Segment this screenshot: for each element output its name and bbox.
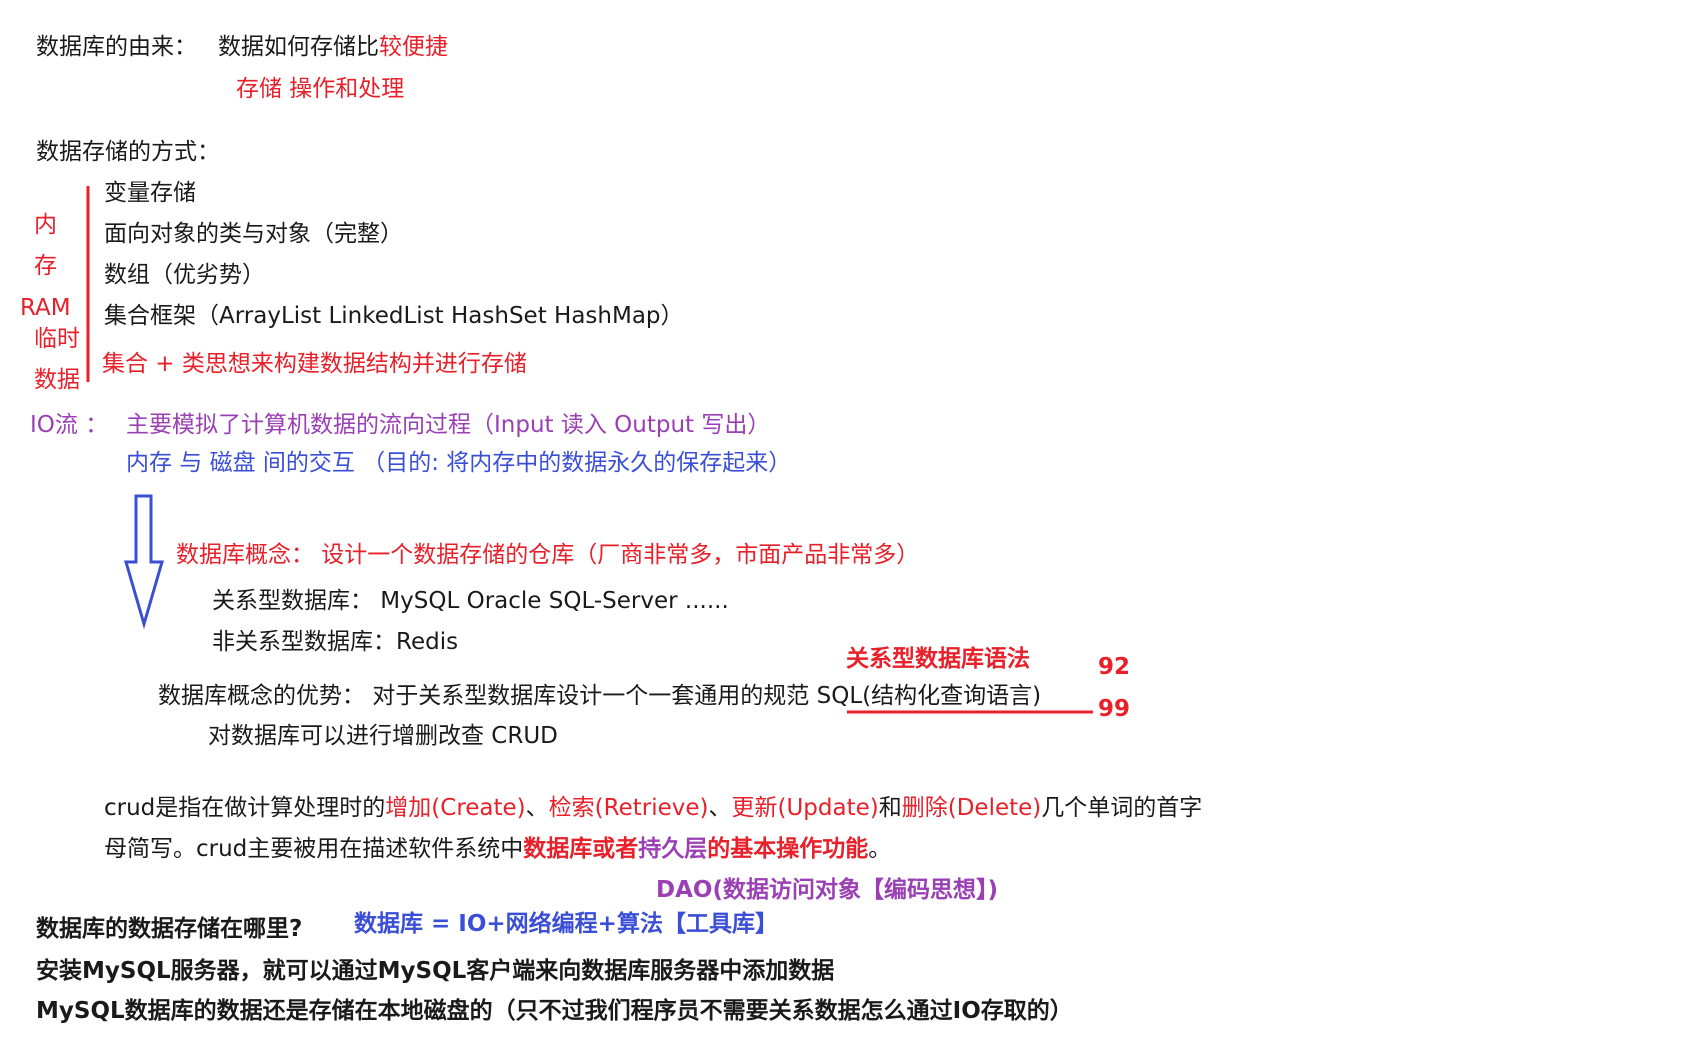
nonrelational-db-line: 非关系型数据库：Redis xyxy=(212,629,459,655)
text-run: crud是指在做计算处理时的 xyxy=(104,795,386,821)
io-line1: 主要模拟了计算机数据的流向过程（Input 读入 Output 写出） xyxy=(126,412,771,438)
io-label: IO流 ： xyxy=(30,412,109,438)
dao-line: DAO(数据访问对象【编码思想】) xyxy=(656,877,998,903)
storage-heading: 数据存储的方式： xyxy=(36,139,220,165)
annotation-number-bottom: 99 xyxy=(1098,696,1131,722)
storage-question: 数据库的数据存储在哪里? xyxy=(36,916,303,942)
db-formula: 数据库 = IO+网络编程+算法【工具库】 xyxy=(354,911,778,937)
side-label: 数据 xyxy=(34,367,80,393)
crud-definition-line1: crud是指在做计算处理时的增加(Create)、检索(Retrieve)、更新… xyxy=(104,797,1202,820)
text-run: 母简写。crud主要被用在描述软件系统中 xyxy=(104,836,524,862)
local-disk-line: MySQL数据库的数据还是存储在本地磁盘的（只不过我们程序员不需要关系数据怎么通… xyxy=(36,998,1073,1024)
advantage-text: 数据库概念的优势： 对于关系型数据库设计一个一套通用的规范 SQL(结构化查询语… xyxy=(158,683,1042,709)
annotation-number-top: 92 xyxy=(1098,654,1131,680)
text-run: 、 xyxy=(708,795,732,821)
text-run: 。 xyxy=(868,836,892,862)
text-run: 删除(Delete) xyxy=(901,795,1042,821)
origin-text: 数据如何存储比较便捷 xyxy=(218,34,448,60)
side-label: 临时 xyxy=(34,326,80,352)
storage-item: 集合框架（ArrayList LinkedList HashSet HashMa… xyxy=(104,303,684,329)
side-label: 内 xyxy=(34,212,57,238)
text-run: 几个单词的首字 xyxy=(1041,795,1203,821)
text-run: 数据库或者 xyxy=(523,836,639,862)
text-run: 的基本操作功能 xyxy=(707,836,869,862)
text-run: 持久层 xyxy=(638,836,708,862)
storage-item: 变量存储 xyxy=(104,180,196,206)
text-run: 和 xyxy=(878,795,902,821)
crud-definition-line2: 母简写。crud主要被用在描述软件系统中数据库或者持久层的基本操作功能。 xyxy=(104,838,891,861)
storage-item: 面向对象的类与对象（完整） xyxy=(104,221,403,247)
install-line: 安装MySQL服务器，就可以通过MySQL客户端来向数据库服务器中添加数据 xyxy=(36,958,835,984)
io-line2: 内存 与 磁盘 间的交互 （目的: 将内存中的数据永久的保存起来） xyxy=(126,450,792,476)
relational-db-line: 关系型数据库： MySQL Oracle SQL-Server ...... xyxy=(212,588,729,614)
text-run: 、 xyxy=(525,795,549,821)
origin-sub: 存储 操作和处理 xyxy=(236,76,405,102)
relational-syntax-annotation: 关系型数据库语法 xyxy=(846,646,1030,672)
text-run: 增加(Create) xyxy=(385,795,526,821)
crud-summary-line: 对数据库可以进行增删改查 CRUD xyxy=(208,723,558,749)
text-run: 检索(Retrieve) xyxy=(548,795,709,821)
down-arrow-icon xyxy=(124,494,164,630)
origin-label: 数据库的由来： xyxy=(36,34,197,60)
text-run: 更新(Update) xyxy=(731,795,879,821)
storage-summary: 集合 + 类思想来构建数据结构并进行存储 xyxy=(102,351,527,377)
storage-item: 数组（优劣势） xyxy=(104,262,265,288)
side-label: 存 xyxy=(34,253,57,279)
db-concept-line: 数据库概念： 设计一个数据存储的仓库（厂商非常多，市面产品非常多） xyxy=(176,542,920,568)
side-label: RAM xyxy=(20,295,71,321)
